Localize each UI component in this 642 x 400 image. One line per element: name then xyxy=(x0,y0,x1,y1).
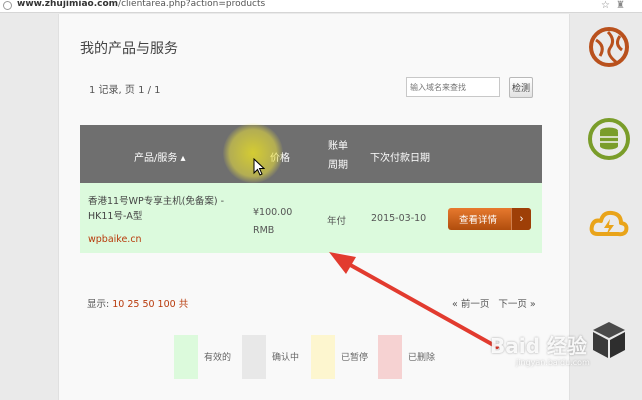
url-path: /clientarea.php?action=products xyxy=(118,0,266,9)
legend-label-pending: 确认中 xyxy=(272,353,300,363)
baidu-watermark: Baid 经验 xyxy=(490,334,587,358)
header-billing-cycle: 账单周期 xyxy=(328,141,348,171)
domain-search-input[interactable] xyxy=(406,77,500,97)
next-due-date: 2015-03-10 xyxy=(371,213,427,224)
mouse-cursor-icon xyxy=(253,158,265,176)
cloud-bolt-icon[interactable] xyxy=(586,202,632,248)
baidu-watermark-url: jingyan.baidu.com xyxy=(516,358,590,367)
view-details-label: 查看详情 xyxy=(459,215,498,226)
table-row: 香港11号WP专享主机(免备案) - HK11号-A型 wpbaike.cn ¥… xyxy=(80,183,542,253)
price-currency: RMB xyxy=(253,225,275,236)
legend-label-suspended: 已暂停 xyxy=(341,353,369,363)
product-name: 香港11号WP专享主机(免备案) - HK11号-A型 xyxy=(88,196,225,222)
billing-cycle: 年付 xyxy=(327,216,347,227)
prev-page-link[interactable]: « 前一页 xyxy=(452,299,489,310)
search-button[interactable]: 检测 xyxy=(509,77,533,98)
price-cell: ¥100.00 RMB xyxy=(253,204,292,240)
database-sync-icon[interactable] xyxy=(586,116,632,162)
bookmark-star-icon[interactable]: ☆ xyxy=(601,0,610,12)
page-info-icon[interactable] xyxy=(3,1,12,10)
header-product-sortable[interactable]: 产品/服务 ▴ xyxy=(134,149,186,164)
legend-swatch-suspended xyxy=(311,335,335,379)
pagination: « 前一页 下一页 » xyxy=(452,296,536,310)
extension-icon[interactable]: ♜ xyxy=(616,0,625,12)
page-size-options[interactable]: 10 25 50 100 共 xyxy=(112,299,188,310)
show-label: 显示: xyxy=(87,299,110,310)
price-amount: ¥100.00 xyxy=(253,207,293,218)
legend-swatch-active xyxy=(174,335,198,379)
globe-icon[interactable] xyxy=(586,24,632,70)
legend-swatch-deleted xyxy=(378,335,402,379)
legend-label-deleted: 已删除 xyxy=(408,353,436,363)
legend-swatch-pending xyxy=(242,335,266,379)
address-url[interactable]: www.zhujimiao.com/clientarea.php?action=… xyxy=(17,0,265,9)
legend-label-active: 有效的 xyxy=(204,353,232,363)
page-size-selector: 显示: 10 25 50 100 共 xyxy=(87,296,188,310)
url-domain: www.zhujimiao.com xyxy=(17,0,119,9)
chevron-right-icon: › xyxy=(511,208,531,230)
domain-link[interactable]: wpbaike.cn xyxy=(88,234,142,245)
next-page-link[interactable]: 下一页 » xyxy=(498,299,535,310)
page-title: 我的产品与服务 xyxy=(80,41,178,57)
browser-address-bar[interactable]: www.zhujimiao.com/clientarea.php?action=… xyxy=(0,0,642,13)
header-next-due-date: 下次付款日期 xyxy=(370,153,430,164)
view-details-button[interactable]: 查看详情 › xyxy=(448,208,531,230)
records-count: 1 记录, 页 1 / 1 xyxy=(89,85,161,96)
table-header: 产品/服务 ▴ 价格 账单周期 下次付款日期 xyxy=(80,125,542,183)
cube-icon[interactable] xyxy=(586,316,632,362)
